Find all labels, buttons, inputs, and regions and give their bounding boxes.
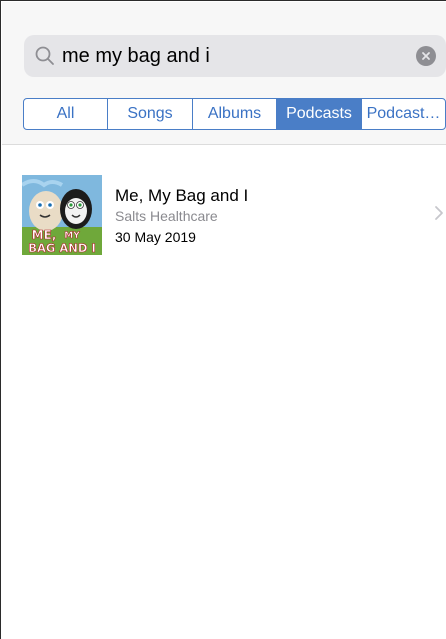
segment-albums[interactable]: Albums [193, 99, 277, 129]
app-frame: All Songs Albums Podcasts Podcast… ME, M… [0, 0, 446, 639]
result-date: 30 May 2019 [115, 229, 196, 245]
segment-area: All Songs Albums Podcasts Podcast… [2, 92, 446, 145]
search-header [2, 2, 446, 92]
segment-all[interactable]: All [24, 99, 108, 129]
clear-icon[interactable] [416, 46, 436, 66]
chevron-right-icon [435, 206, 443, 220]
segment-songs[interactable]: Songs [108, 99, 193, 129]
segment-podcasts[interactable]: Podcasts [277, 99, 362, 129]
svg-text:ME,: ME, [32, 228, 57, 242]
result-title: Me, My Bag and I [115, 186, 249, 205]
search-input[interactable] [62, 40, 402, 72]
search-icon [35, 46, 54, 65]
result-row[interactable]: ME, MY BAG AND I Me, My Bag and I Salts … [2, 145, 446, 280]
podcast-artwork: ME, MY BAG AND I [22, 175, 102, 255]
svg-text:MY: MY [64, 231, 80, 241]
clear-x-icon [422, 52, 430, 60]
segment-podcast-episodes[interactable]: Podcast… [362, 99, 445, 129]
result-subtitle: Salts Healthcare [115, 208, 218, 224]
search-bar[interactable] [24, 35, 446, 77]
scope-segmented-control: All Songs Albums Podcasts Podcast… [23, 98, 446, 130]
svg-text:BAG AND I: BAG AND I [28, 241, 95, 255]
